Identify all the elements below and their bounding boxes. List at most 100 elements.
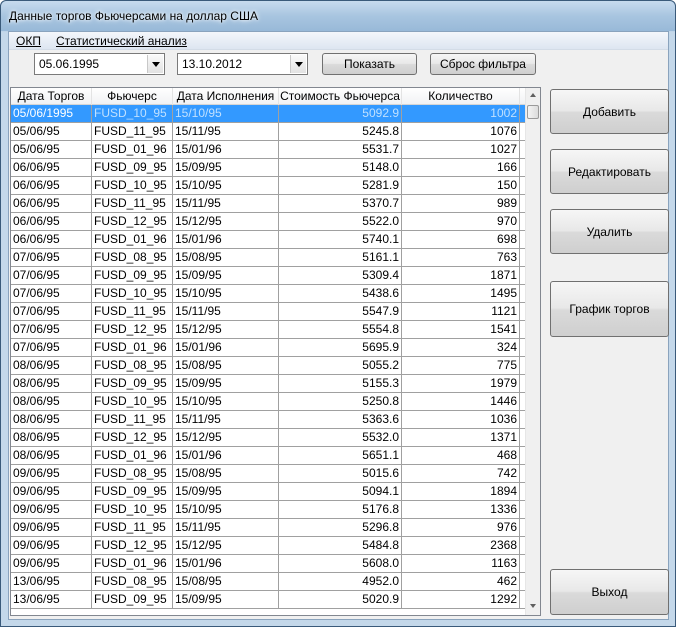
cell-exec-date[interactable]: 15/10/95 xyxy=(173,105,279,122)
cell-trade-date[interactable]: 09/06/95 xyxy=(11,501,92,518)
table-row[interactable]: 13/06/95 FUSD_08_95 15/08/95 4952.0 462 xyxy=(11,573,526,591)
cell-future-price[interactable]: 5438.6 xyxy=(279,285,402,302)
cell-future[interactable]: FUSD_01_96 xyxy=(92,231,173,248)
cell-exec-date[interactable]: 15/09/95 xyxy=(173,267,279,284)
cell-future-price[interactable]: 5055.2 xyxy=(279,357,402,374)
cell-future-price[interactable]: 5296.8 xyxy=(279,519,402,536)
cell-exec-date[interactable]: 15/08/95 xyxy=(173,573,279,590)
cell-future[interactable]: FUSD_11_95 xyxy=(92,123,173,140)
cell-future[interactable]: FUSD_08_95 xyxy=(92,573,173,590)
cell-exec-date[interactable]: 15/01/96 xyxy=(173,231,279,248)
cell-future-price[interactable]: 5176.8 xyxy=(279,501,402,518)
cell-future-price[interactable]: 5531.7 xyxy=(279,141,402,158)
cell-future[interactable]: FUSD_09_95 xyxy=(92,159,173,176)
table-row[interactable]: 05/06/95 FUSD_11_95 15/11/95 5245.8 1076 xyxy=(11,123,526,141)
cell-quantity[interactable]: 763 xyxy=(402,249,520,266)
cell-trade-date[interactable]: 08/06/95 xyxy=(11,357,92,374)
cell-exec-date[interactable]: 15/01/96 xyxy=(173,447,279,464)
cell-trade-date[interactable]: 07/06/95 xyxy=(11,285,92,302)
table-row[interactable]: 08/06/95 FUSD_10_95 15/10/95 5250.8 1446 xyxy=(11,393,526,411)
scroll-down-icon[interactable] xyxy=(526,599,540,614)
cell-future-price[interactable]: 5092.9 xyxy=(279,105,402,122)
vertical-scrollbar[interactable] xyxy=(525,88,540,615)
cell-trade-date[interactable]: 07/06/95 xyxy=(11,339,92,356)
cell-exec-date[interactable]: 15/08/95 xyxy=(173,357,279,374)
cell-quantity[interactable]: 1446 xyxy=(402,393,520,410)
cell-future-price[interactable]: 5161.1 xyxy=(279,249,402,266)
cell-future[interactable]: FUSD_01_96 xyxy=(92,447,173,464)
cell-future[interactable]: FUSD_09_95 xyxy=(92,267,173,284)
cell-exec-date[interactable]: 15/01/96 xyxy=(173,141,279,158)
cell-future[interactable]: FUSD_09_95 xyxy=(92,483,173,500)
cell-quantity[interactable]: 2368 xyxy=(402,537,520,554)
cell-future-price[interactable]: 5522.0 xyxy=(279,213,402,230)
table-row[interactable]: 09/06/95 FUSD_01_96 15/01/96 5608.0 1163 xyxy=(11,555,526,573)
cell-future-price[interactable]: 5532.0 xyxy=(279,429,402,446)
cell-quantity[interactable]: 1894 xyxy=(402,483,520,500)
cell-future-price[interactable]: 5370.7 xyxy=(279,195,402,212)
table-row[interactable]: 06/06/95 FUSD_01_96 15/01/96 5740.1 698 xyxy=(11,231,526,249)
cell-future-price[interactable]: 5554.8 xyxy=(279,321,402,338)
cell-quantity[interactable]: 324 xyxy=(402,339,520,356)
cell-trade-date[interactable]: 07/06/95 xyxy=(11,249,92,266)
cell-quantity[interactable]: 1027 xyxy=(402,141,520,158)
table-row[interactable]: 07/06/95 FUSD_01_96 15/01/96 5695.9 324 xyxy=(11,339,526,357)
table-row[interactable]: 07/06/95 FUSD_10_95 15/10/95 5438.6 1495 xyxy=(11,285,526,303)
table-row[interactable]: 09/06/95 FUSD_11_95 15/11/95 5296.8 976 xyxy=(11,519,526,537)
cell-trade-date[interactable]: 05/06/95 xyxy=(11,123,92,140)
cell-future-price[interactable]: 4952.0 xyxy=(279,573,402,590)
cell-trade-date[interactable]: 08/06/95 xyxy=(11,447,92,464)
cell-trade-date[interactable]: 06/06/95 xyxy=(11,195,92,212)
scroll-up-icon[interactable] xyxy=(526,88,540,103)
cell-exec-date[interactable]: 15/10/95 xyxy=(173,285,279,302)
cell-quantity[interactable]: 976 xyxy=(402,519,520,536)
cell-future[interactable]: FUSD_12_95 xyxy=(92,321,173,338)
cell-future[interactable]: FUSD_11_95 xyxy=(92,519,173,536)
chevron-down-icon[interactable] xyxy=(290,55,306,73)
cell-exec-date[interactable]: 15/12/95 xyxy=(173,213,279,230)
cell-quantity[interactable]: 1541 xyxy=(402,321,520,338)
cell-trade-date[interactable]: 08/06/95 xyxy=(11,375,92,392)
cell-trade-date[interactable]: 09/06/95 xyxy=(11,465,92,482)
menu-statistical-analysis[interactable]: Статистический анализ xyxy=(56,34,187,48)
table-row[interactable]: 07/06/95 FUSD_11_95 15/11/95 5547.9 1121 xyxy=(11,303,526,321)
cell-future[interactable]: FUSD_10_95 xyxy=(92,393,173,410)
cell-exec-date[interactable]: 15/11/95 xyxy=(173,519,279,536)
cell-trade-date[interactable]: 06/06/95 xyxy=(11,159,92,176)
cell-exec-date[interactable]: 15/10/95 xyxy=(173,393,279,410)
cell-trade-date[interactable]: 07/06/95 xyxy=(11,303,92,320)
cell-future[interactable]: FUSD_10_95 xyxy=(92,285,173,302)
cell-future-price[interactable]: 5155.3 xyxy=(279,375,402,392)
edit-button[interactable]: Редактировать xyxy=(550,149,669,194)
menu-okp[interactable]: ОКП xyxy=(16,34,41,48)
cell-quantity[interactable]: 462 xyxy=(402,573,520,590)
delete-button[interactable]: Удалить xyxy=(550,209,669,254)
cell-quantity[interactable]: 742 xyxy=(402,465,520,482)
scroll-thumb[interactable] xyxy=(527,105,539,119)
cell-quantity[interactable]: 970 xyxy=(402,213,520,230)
cell-trade-date[interactable]: 09/06/95 xyxy=(11,537,92,554)
cell-future-price[interactable]: 5608.0 xyxy=(279,555,402,572)
cell-trade-date[interactable]: 06/06/95 xyxy=(11,213,92,230)
cell-exec-date[interactable]: 15/09/95 xyxy=(173,483,279,500)
cell-quantity[interactable]: 468 xyxy=(402,447,520,464)
cell-exec-date[interactable]: 15/01/96 xyxy=(173,555,279,572)
cell-future[interactable]: FUSD_10_95 xyxy=(92,177,173,194)
trade-chart-button[interactable]: График торгов xyxy=(550,281,669,337)
cell-future[interactable]: FUSD_10_95 xyxy=(92,501,173,518)
cell-exec-date[interactable]: 15/10/95 xyxy=(173,177,279,194)
cell-quantity[interactable]: 1292 xyxy=(402,591,520,608)
cell-future[interactable]: FUSD_09_95 xyxy=(92,591,173,608)
cell-future-price[interactable]: 5484.8 xyxy=(279,537,402,554)
cell-future[interactable]: FUSD_12_95 xyxy=(92,429,173,446)
table-row[interactable]: 06/06/95 FUSD_09_95 15/09/95 5148.0 166 xyxy=(11,159,526,177)
table-row[interactable]: 13/06/95 FUSD_09_95 15/09/95 5020.9 1292 xyxy=(11,591,526,609)
cell-quantity[interactable]: 1979 xyxy=(402,375,520,392)
cell-future[interactable]: FUSD_12_95 xyxy=(92,537,173,554)
cell-quantity[interactable]: 775 xyxy=(402,357,520,374)
cell-future-price[interactable]: 5740.1 xyxy=(279,231,402,248)
table-row[interactable]: 08/06/95 FUSD_01_96 15/01/96 5651.1 468 xyxy=(11,447,526,465)
table-row[interactable]: 09/06/95 FUSD_08_95 15/08/95 5015.6 742 xyxy=(11,465,526,483)
cell-trade-date[interactable]: 13/06/95 xyxy=(11,591,92,608)
cell-exec-date[interactable]: 15/11/95 xyxy=(173,195,279,212)
